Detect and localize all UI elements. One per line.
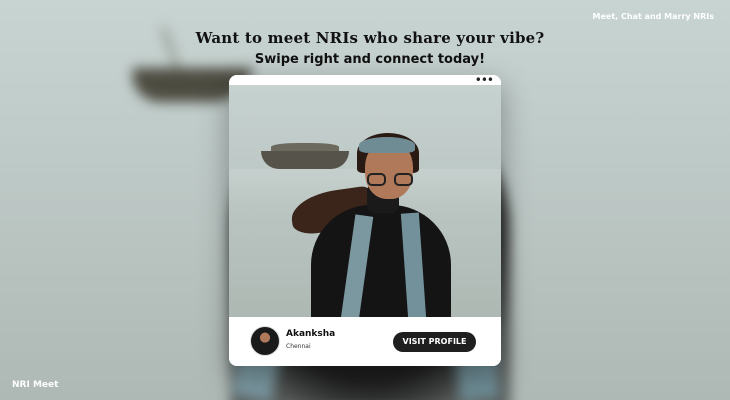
- profile-card[interactable]: ••• Akanksha Chennai VISIT PROFILE: [229, 75, 501, 366]
- brand-logo[interactable]: NRI Meet: [12, 380, 58, 390]
- photo-person-body: [311, 205, 451, 317]
- page-headline: Want to meet NRIs who share your vibe?: [195, 29, 545, 47]
- profile-name: Akanksha: [286, 329, 336, 339]
- tagline: Meet, Chat and Marry NRIs: [592, 12, 714, 21]
- card-top-bar: •••: [229, 75, 501, 86]
- profile-city: Chennai: [286, 343, 311, 350]
- page-subheadline: Swipe right and connect today!: [254, 52, 486, 67]
- card-footer: Akanksha Chennai VISIT PROFILE: [229, 317, 501, 366]
- photo-headband: [359, 137, 415, 153]
- photo-boat: [261, 151, 349, 169]
- avatar[interactable]: [250, 326, 280, 356]
- profile-photo[interactable]: [229, 85, 501, 317]
- more-horizontal-icon[interactable]: •••: [475, 75, 494, 86]
- visit-profile-button[interactable]: VISIT PROFILE: [393, 332, 476, 352]
- photo-glasses: [367, 173, 413, 187]
